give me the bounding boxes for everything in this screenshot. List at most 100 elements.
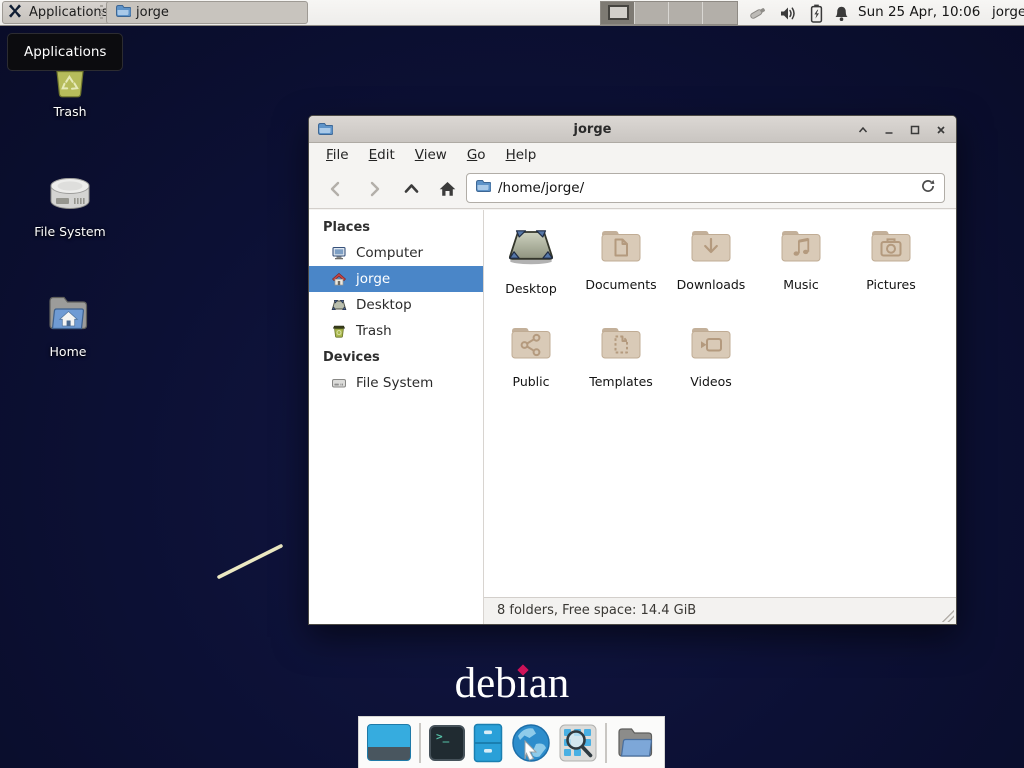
sidebar-item-label: jorge [356,271,390,287]
file-label: Desktop [486,281,576,296]
folder-music-icon [777,224,825,266]
sidebar-item-desktop[interactable]: Desktop [309,292,483,318]
workspace-1[interactable] [601,2,635,24]
taskbar-window-button[interactable]: jorge [106,1,308,24]
home-icon [331,271,347,287]
toolbar [309,168,956,209]
file-label: Videos [666,374,756,389]
file-view: Desktop Documents [484,210,956,624]
desktop-line-artifact [210,538,290,584]
file-label: Public [486,374,576,389]
file-label: Pictures [846,277,936,292]
file-folder-documents[interactable]: Documents [576,224,666,292]
desktop-icon [331,297,347,313]
close-button[interactable] [930,119,951,140]
battery-icon[interactable] [806,3,826,23]
window-titlebar[interactable]: jorge [309,116,956,143]
dock-separator [419,723,421,763]
path-folder-icon [475,178,491,198]
drive-icon [46,172,94,216]
terminal-icon: >_ [429,725,465,761]
menu-view[interactable]: View [405,143,457,168]
file-manager-launcher[interactable] [473,723,503,763]
volume-icon[interactable] [778,3,798,23]
show-desktop-button[interactable] [367,724,411,761]
terminal-launcher[interactable]: >_ [429,725,465,761]
directory-menu-launcher[interactable] [615,724,655,761]
file-manager-window: jorge File Edit View Go Help [308,115,957,625]
desktop-root: Applications jorge Sun 25 Apr, 10:06 [0,0,1024,768]
notifications-icon[interactable] [831,3,851,23]
sidebar-item-label: Computer [356,245,423,261]
home-folder-icon [44,290,92,336]
menu-file[interactable]: File [316,143,359,168]
trash-icon [331,323,347,339]
minimize-button[interactable] [878,119,899,140]
file-folder-pictures[interactable]: Pictures [846,224,936,292]
desktop-icon-label: Trash [24,104,116,119]
show-desktop-icon [367,724,411,761]
desktop-icon-file-system[interactable]: File System [24,172,116,239]
workspace-3[interactable] [669,2,703,24]
path-input[interactable] [498,180,913,196]
folder-icon [615,724,655,761]
file-folder-music[interactable]: Music [756,224,846,292]
drive-icon [331,375,347,391]
workspace-window-thumb [608,5,629,20]
debian-logo: debıan [0,659,1024,708]
window-title: jorge [339,116,846,143]
file-folder-public[interactable]: Public [486,321,576,389]
folder-window-icon [115,3,131,23]
workspace-4[interactable] [703,2,737,24]
sidebar-item-jorge[interactable]: jorge [309,266,483,292]
web-browser-icon [511,723,551,763]
icon-view[interactable]: Desktop Documents [484,210,956,597]
debian-logo-text: debıan [455,660,570,707]
devices-header: Devices [309,344,483,370]
xfce-applications-icon [6,2,24,24]
desktop-icon-label: File System [24,224,116,239]
home-button[interactable] [433,174,462,203]
workspace-switcher[interactable] [600,1,738,25]
panel-clock[interactable]: Sun 25 Apr, 10:06 [858,0,980,26]
folder-videos-icon [687,321,735,363]
resize-grip[interactable] [942,610,954,622]
top-panel: Applications jorge Sun 25 Apr, 10:06 [0,0,1024,26]
maximize-button[interactable] [904,119,925,140]
side-pane: Places Computer jorge Desktop Trash [309,210,484,624]
path-bar[interactable] [466,173,945,203]
sidebar-item-file-system[interactable]: File System [309,370,483,396]
file-folder-videos[interactable]: Videos [666,321,756,389]
menu-go[interactable]: Go [457,143,496,168]
dock-separator [605,723,607,763]
app-finder-launcher[interactable] [559,724,597,762]
file-folder-desktop[interactable]: Desktop [486,224,576,296]
bottom-dock: >_ [358,716,665,768]
file-folder-downloads[interactable]: Downloads [666,224,756,292]
sidebar-item-label: Desktop [356,297,412,313]
sidebar-item-label: File System [356,375,433,391]
menubar: File Edit View Go Help [309,143,956,168]
menu-edit[interactable]: Edit [359,143,405,168]
sidebar-item-trash[interactable]: Trash [309,318,483,344]
web-browser-launcher[interactable] [511,723,551,763]
file-label: Music [756,277,846,292]
file-folder-templates[interactable]: Templates [576,321,666,389]
stylus-icon[interactable] [748,3,768,23]
workspace-2[interactable] [635,2,669,24]
panel-user-label[interactable]: jorge [992,0,1024,26]
up-button[interactable] [397,174,426,203]
back-button[interactable] [321,174,350,203]
reload-icon[interactable] [920,178,936,198]
panel-separator-handle [100,5,103,21]
file-cabinet-icon [473,723,503,763]
forward-button[interactable] [359,174,388,203]
sidebar-item-computer[interactable]: Computer [309,240,483,266]
places-header: Places [309,214,483,240]
taskbar-window-label: jorge [136,5,169,20]
menu-help[interactable]: Help [496,143,547,168]
tooltip-text: Applications [24,44,106,60]
window-controls [852,116,951,143]
desktop-icon-home[interactable]: Home [22,290,114,359]
shade-button[interactable] [852,119,873,140]
